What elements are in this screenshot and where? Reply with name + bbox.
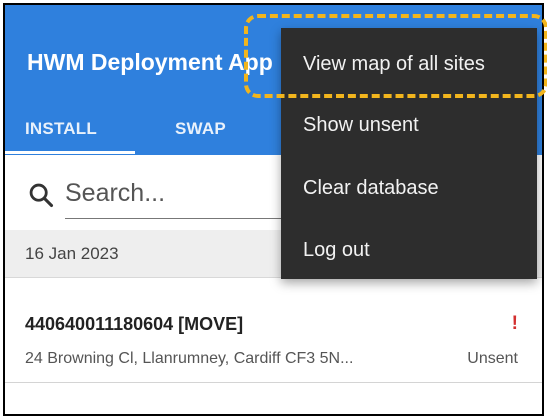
tab-install[interactable]: INSTALL	[25, 119, 97, 139]
menu-item-clear-database[interactable]: Clear database	[281, 157, 537, 219]
tab-swap[interactable]: SWAP	[175, 119, 226, 139]
alert-icon: !	[511, 313, 518, 334]
date-header-label: 16 Jan 2023	[25, 244, 119, 263]
highlight-annotation	[244, 14, 547, 98]
app-title: HWM Deployment App	[27, 49, 273, 75]
menu-item-show-unsent[interactable]: Show unsent	[281, 94, 537, 156]
list-item-title: 440640011180604 [MOVE]	[25, 314, 244, 334]
search-icon[interactable]	[27, 181, 55, 209]
list-item[interactable]: 440640011180604 [MOVE] ! 24 Browning Cl,…	[5, 301, 542, 383]
list-item-status: Unsent	[467, 350, 518, 367]
menu-item-log-out[interactable]: Log out	[281, 219, 537, 281]
tab-indicator	[5, 151, 135, 154]
search-underline	[65, 218, 305, 219]
list-item-address: 24 Browning Cl, Llanrumney, Cardiff CF3 …	[25, 350, 354, 367]
